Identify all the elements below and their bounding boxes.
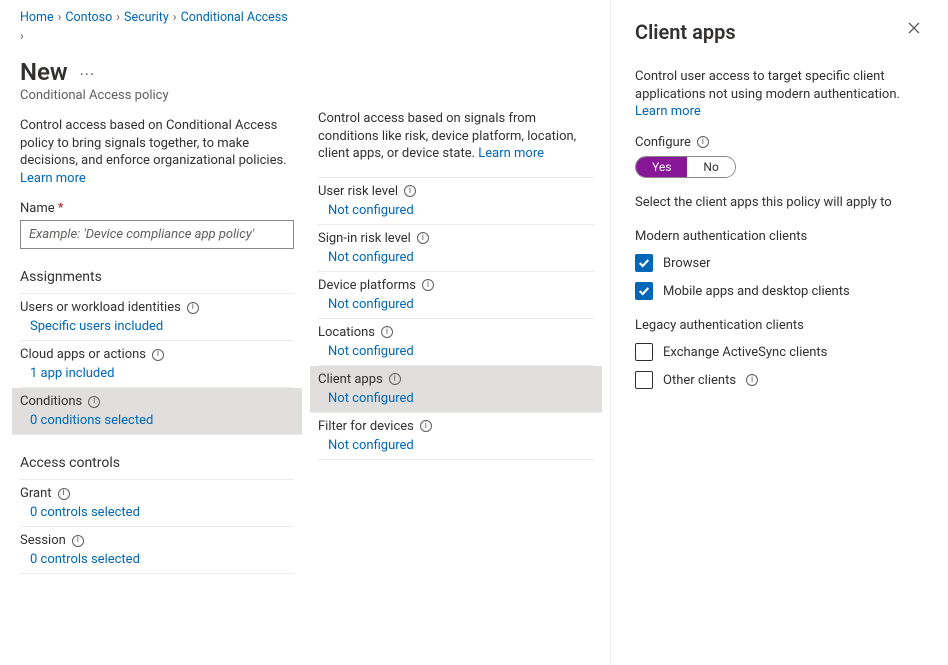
info-icon[interactable] (389, 373, 401, 385)
opt-other-label: Other clients (663, 373, 736, 388)
page-intro: Control access based on Conditional Acce… (20, 117, 294, 187)
panel-learn-more[interactable]: Learn more (635, 104, 701, 119)
item-session-sub[interactable]: 0 controls selected (20, 552, 294, 567)
panel-desc: Control user access to target specific c… (635, 68, 924, 121)
learn-more-link[interactable]: Learn more (20, 171, 86, 186)
info-icon[interactable] (417, 232, 429, 244)
item-conditions-title: Conditions (20, 394, 82, 409)
info-icon[interactable] (88, 396, 100, 408)
item-session[interactable]: Session 0 controls selected (20, 527, 294, 574)
cond-signin-risk[interactable]: Sign-in risk level Not configured (318, 225, 594, 272)
crumb-home[interactable]: Home (20, 10, 54, 25)
info-icon[interactable] (72, 535, 84, 547)
cond-client-apps-sub[interactable]: Not configured (318, 391, 594, 406)
policy-name-input[interactable] (20, 220, 294, 249)
section-access-controls: Access controls (20, 455, 294, 471)
cond-platforms-sub[interactable]: Not configured (318, 297, 594, 312)
cond-locations-title: Locations (318, 325, 375, 340)
chevron-right-icon: › (116, 10, 120, 25)
required-asterisk: * (58, 201, 64, 216)
opt-browser-row[interactable]: Browser (635, 254, 924, 272)
cond-platforms[interactable]: Device platforms Not configured (318, 272, 594, 319)
info-icon[interactable] (404, 185, 416, 197)
cond-filter-title: Filter for devices (318, 419, 414, 434)
opt-eas-label: Exchange ActiveSync clients (663, 345, 827, 360)
panel-desc-text: Control user access to target specific c… (635, 69, 900, 102)
crumb-contoso[interactable]: Contoso (65, 10, 112, 25)
section-assignments: Assignments (20, 269, 294, 285)
item-apps[interactable]: Cloud apps or actions 1 app included (20, 341, 294, 388)
group-modern: Modern authentication clients (635, 229, 924, 244)
opt-mobile-row[interactable]: Mobile apps and desktop clients (635, 282, 924, 300)
info-icon[interactable] (152, 349, 164, 361)
item-conditions[interactable]: Conditions 0 conditions selected (12, 388, 302, 435)
conditions-learn-more[interactable]: Learn more (478, 146, 544, 161)
cond-signin-risk-title: Sign-in risk level (318, 231, 411, 246)
conditions-intro: Control access based on signals from con… (318, 110, 594, 163)
configure-toggle[interactable]: Yes No (635, 156, 736, 178)
cond-client-apps-title: Client apps (318, 372, 383, 387)
breadcrumb: Home› Contoso› Security› Conditional Acc… (20, 10, 294, 52)
toggle-yes[interactable]: Yes (636, 157, 687, 177)
page-subtitle: Conditional Access policy (20, 88, 294, 103)
item-apps-sub[interactable]: 1 app included (20, 366, 294, 381)
item-users-title: Users or workload identities (20, 300, 181, 315)
name-label-text: Name (20, 201, 55, 216)
group-legacy: Legacy authentication clients (635, 318, 924, 333)
item-grant[interactable]: Grant 0 controls selected (20, 479, 294, 527)
item-apps-title: Cloud apps or actions (20, 347, 146, 362)
opt-mobile-label: Mobile apps and desktop clients (663, 284, 850, 299)
info-icon[interactable] (422, 279, 434, 291)
toggle-no[interactable]: No (687, 157, 734, 177)
info-icon[interactable] (58, 488, 70, 500)
cond-locations[interactable]: Locations Not configured (318, 319, 594, 366)
checkbox-browser[interactable] (635, 254, 653, 272)
chevron-right-icon: › (58, 10, 62, 25)
crumb-ca[interactable]: Conditional Access (181, 10, 288, 25)
item-conditions-sub[interactable]: 0 conditions selected (20, 413, 294, 428)
info-icon[interactable] (420, 420, 432, 432)
checkbox-eas[interactable] (635, 343, 653, 361)
cond-client-apps[interactable]: Client apps Not configured (310, 366, 602, 413)
close-icon[interactable] (904, 20, 924, 40)
opt-other-row[interactable]: Other clients (635, 371, 924, 389)
item-session-title: Session (20, 533, 66, 548)
info-icon[interactable] (697, 136, 709, 148)
cond-locations-sub[interactable]: Not configured (318, 344, 594, 359)
opt-eas-row[interactable]: Exchange ActiveSync clients (635, 343, 924, 361)
cond-user-risk-title: User risk level (318, 184, 398, 199)
chevron-right-icon: › (20, 29, 24, 44)
cond-platforms-title: Device platforms (318, 278, 416, 293)
checkbox-other[interactable] (635, 371, 653, 389)
info-icon[interactable] (746, 374, 758, 386)
opt-browser-label: Browser (663, 256, 711, 271)
panel-title: Client apps (635, 20, 736, 44)
item-users[interactable]: Users or workload identities Specific us… (20, 293, 294, 341)
cond-user-risk[interactable]: User risk level Not configured (318, 178, 594, 225)
select-blurb: Select the client apps this policy will … (635, 194, 924, 212)
checkbox-mobile[interactable] (635, 282, 653, 300)
page-title: New (20, 58, 68, 86)
cond-user-risk-sub[interactable]: Not configured (318, 203, 594, 218)
cond-filter-sub[interactable]: Not configured (318, 438, 594, 453)
info-icon[interactable] (381, 326, 393, 338)
cond-signin-risk-sub[interactable]: Not configured (318, 250, 594, 265)
crumb-security[interactable]: Security (124, 10, 169, 25)
page-intro-text: Control access based on Conditional Acce… (20, 118, 287, 168)
item-grant-sub[interactable]: 0 controls selected (20, 505, 294, 520)
cond-filter[interactable]: Filter for devices Not configured (318, 413, 594, 460)
more-icon[interactable]: ··· (80, 65, 96, 84)
configure-label: Configure (635, 135, 691, 150)
chevron-right-icon: › (173, 10, 177, 25)
item-users-sub[interactable]: Specific users included (20, 319, 294, 334)
info-icon[interactable] (187, 302, 199, 314)
item-grant-title: Grant (20, 486, 52, 501)
name-label: Name * (20, 201, 294, 216)
